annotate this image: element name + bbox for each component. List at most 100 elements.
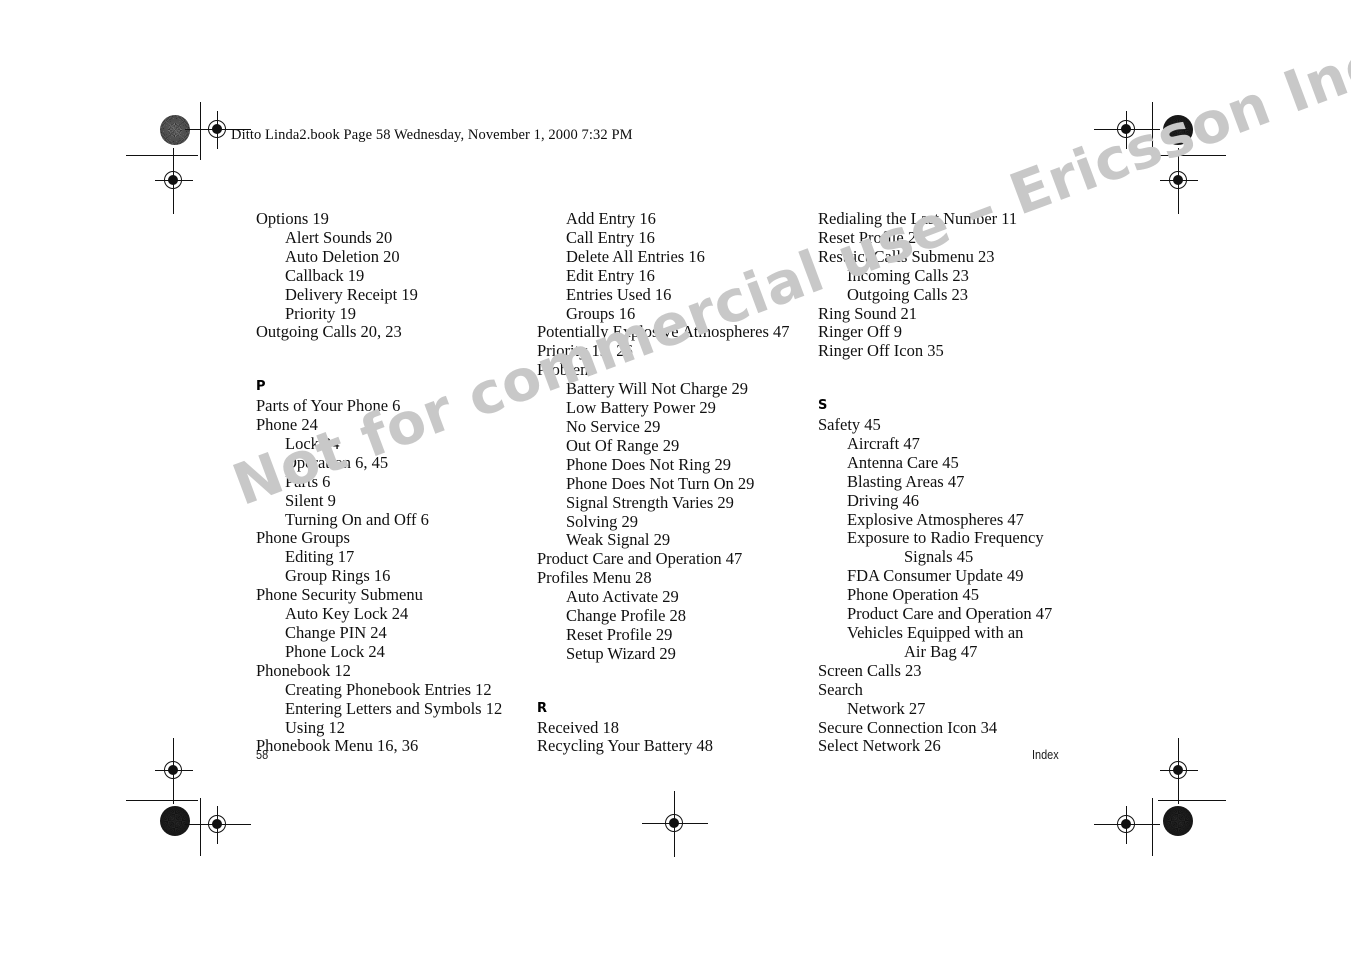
- index-entry: Search: [818, 679, 863, 699]
- halftone-dot-top-left: [160, 115, 190, 145]
- index-entry: Parts 6: [285, 471, 331, 491]
- index-entry: Recycling Your Battery 48: [537, 736, 713, 756]
- index-entry: Auto Key Lock 24: [285, 604, 409, 624]
- index-entry: Creating Phonebook Entries 12: [285, 679, 492, 699]
- index-section-letter-r: R: [537, 700, 548, 716]
- index-entry: Redialing the Last Number 11: [818, 209, 1018, 228]
- index-entry: FDA Consumer Update 49: [847, 566, 1024, 586]
- index-entry: Explosive Atmospheres 47: [847, 509, 1024, 529]
- index-entry: Auto Activate 29: [566, 587, 679, 607]
- index-entry: Priority 19, 26: [537, 341, 633, 361]
- index-entry: Groups 16: [566, 303, 636, 323]
- index-entry: Received 18: [537, 717, 620, 737]
- index-entry: Aircraft 47: [847, 433, 920, 453]
- index-entry: Using 12: [285, 717, 346, 737]
- index-entry: Out Of Range 29: [566, 435, 680, 455]
- trim-line-left-lower-horizontal: [126, 800, 198, 801]
- index-entry: Phone Does Not Ring 29: [566, 454, 731, 474]
- index-entry: Secure Connection Icon 34: [818, 717, 998, 737]
- index-entry: No Service 29: [566, 416, 661, 436]
- index-entry: Phone Lock 24: [285, 641, 385, 661]
- index-entry: Outgoing Calls 23: [847, 284, 969, 304]
- index-entry: Reset Profile 29: [566, 624, 673, 644]
- registration-mark-bottom-center: [642, 791, 708, 857]
- registration-mark-right-lower: [1160, 738, 1198, 804]
- halftone-dot-top-right: [1163, 115, 1193, 145]
- index-entry: Blasting Areas 47: [847, 471, 965, 491]
- index-entry: Reset Profile 29: [818, 227, 925, 247]
- index-entry: Product Care and Operation 47: [847, 604, 1053, 624]
- index-entry: Edit Entry 16: [566, 265, 655, 285]
- index-entry: Ringer Off Icon 35: [818, 341, 944, 361]
- index-entry: Vehicles Equipped with an: [847, 623, 1024, 643]
- index-entry: Lock 24: [285, 433, 340, 453]
- index-entry: Call Entry 16: [566, 227, 655, 247]
- index-entry: Auto Deletion 20: [285, 246, 400, 266]
- registration-mark-left-upper: [155, 148, 193, 214]
- index-entry: Delete All Entries 16: [566, 246, 705, 266]
- index-entry: Battery Will Not Charge 29: [566, 379, 749, 399]
- index-entry: Air Bag 47: [904, 641, 978, 661]
- index-entry: Alert Sounds 20: [285, 227, 393, 247]
- index-entry: Phone Security Submenu: [256, 585, 423, 605]
- index-entry: Exposure to Radio Frequency: [847, 528, 1044, 548]
- trim-line-right-horizontal: [1158, 155, 1226, 156]
- index-entry: Screen Calls 23: [818, 660, 922, 680]
- index-entry: Ringer Off 9: [818, 322, 903, 342]
- index-entry: Profiles Menu 28: [537, 568, 652, 588]
- trim-line-left-horizontal: [126, 155, 198, 156]
- trim-line-right-lower-horizontal: [1158, 800, 1226, 801]
- index-entry: Change Profile 28: [566, 606, 687, 626]
- index-entry: Phonebook 12: [256, 660, 351, 680]
- index-entry: Ring Sound 21: [818, 303, 918, 323]
- file-header-text: Ditto Linda2.book Page 58 Wednesday, Nov…: [231, 127, 633, 143]
- index-entry: Priority 19: [285, 303, 357, 323]
- index-entry: Antenna Care 45: [847, 452, 959, 472]
- index-entry: Safety 45: [818, 415, 881, 435]
- index-entry: Weak Signal 29: [566, 530, 671, 550]
- index-entry: Low Battery Power 29: [566, 398, 716, 418]
- index-entry: Setup Wizard 29: [566, 643, 676, 663]
- index-section-gap: [818, 361, 1098, 380]
- index-entry: Phone Does Not Turn On 29: [566, 473, 755, 493]
- index-entry: Entries Used 16: [566, 284, 672, 304]
- index-entry: Group Rings 16: [285, 566, 391, 586]
- index-entry: Parts of Your Phone 6: [256, 396, 401, 416]
- index-entry: Options 19: [256, 209, 329, 228]
- index-entry: Turning On and Off 6: [285, 509, 429, 529]
- document-page: Ditto Linda2.book Page 58 Wednesday, Nov…: [0, 0, 1351, 954]
- trim-line-top-right-vertical: [1152, 102, 1153, 160]
- index-section-letter-p: P: [256, 379, 266, 395]
- index-section-letter-s: S: [818, 398, 828, 414]
- index-entry: Driving 46: [847, 490, 919, 510]
- index-entry: Select Network 26: [818, 736, 941, 756]
- index-entry: Potentially Explosive Atmospheres 47: [537, 322, 790, 342]
- index-entry: Callback 19: [285, 265, 365, 285]
- index-entry: Operation 6, 45: [285, 452, 389, 472]
- index-entry: Network 27: [847, 698, 926, 718]
- registration-mark-bottom-right: [1094, 806, 1160, 844]
- index-column-2: Add Entry 16 Call Entry 16 Delete All Entr…: [537, 209, 817, 756]
- index-entry: Entering Letters and Symbols 12: [285, 698, 503, 718]
- registration-mark-left-lower: [155, 738, 193, 804]
- index-column-1: Options 19 Alert Sounds 20 Auto Deletion 2…: [256, 209, 536, 756]
- index-entry: Silent 9: [285, 490, 336, 510]
- index-column-3: Redialing the Last Number 11 Reset Profil…: [818, 209, 1098, 756]
- index-section-gap: [537, 664, 817, 683]
- index-entry: Problem: [537, 360, 593, 380]
- registration-mark-bottom-left: [185, 806, 251, 844]
- index-section-gap: [256, 342, 536, 361]
- index-entry: Signal Strength Varies 29: [566, 492, 734, 512]
- index-entry: Outgoing Calls 20, 23: [256, 322, 402, 342]
- registration-mark-right-upper: [1160, 148, 1198, 214]
- halftone-dot-bottom-left: [160, 806, 190, 836]
- index-entry: Restrict Calls Submenu 23: [818, 246, 995, 266]
- index-entry: Phone Operation 45: [847, 585, 979, 605]
- index-entry: Editing 17: [285, 547, 355, 567]
- halftone-dot-bottom-right: [1163, 806, 1193, 836]
- index-entry: Phone Groups: [256, 528, 350, 548]
- index-entry: Add Entry 16: [566, 209, 656, 228]
- index-entry: Incoming Calls 23: [847, 265, 969, 285]
- registration-mark-top-right: [1094, 111, 1160, 149]
- index-entry: Change PIN 24: [285, 623, 387, 643]
